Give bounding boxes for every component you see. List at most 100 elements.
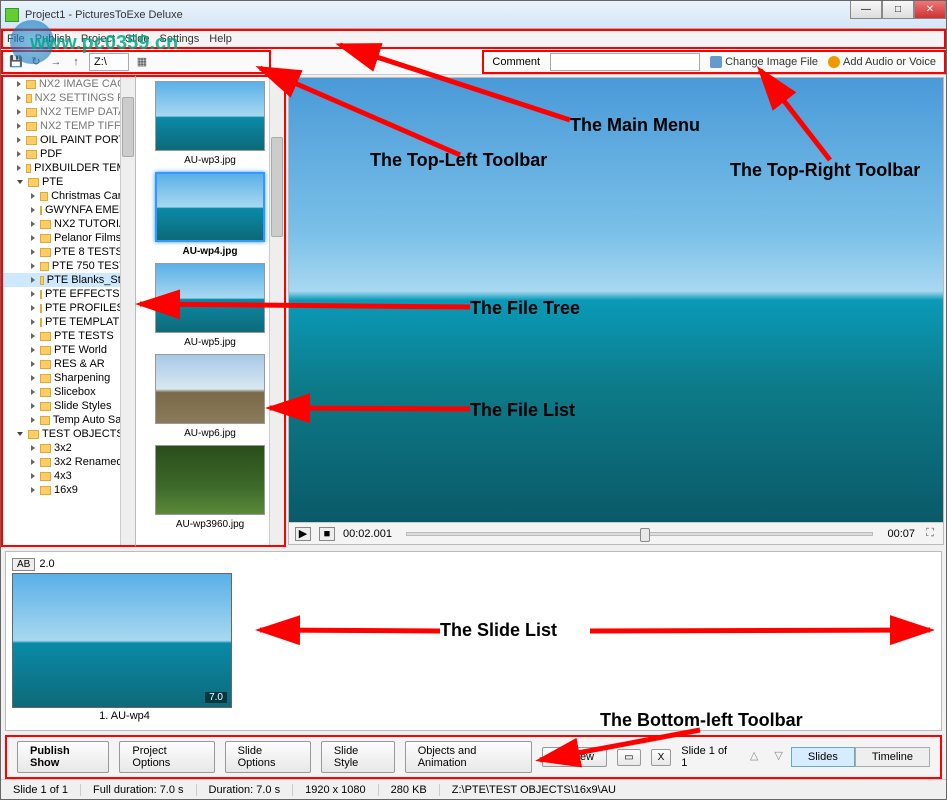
thumb-image[interactable] xyxy=(155,81,265,151)
tree-item[interactable]: PTE PROFILES FO xyxy=(3,301,135,315)
tree-item[interactable]: PIXBUILDER TEMP xyxy=(3,161,135,175)
preview-panel: ▶ ■ 00:02.001 00:07 ⛶ xyxy=(288,77,944,545)
thumb-item[interactable]: AU-wp6.jpg xyxy=(150,354,270,439)
fullscreen-icon[interactable]: ⛶ xyxy=(923,527,937,541)
thumb-name: AU-wp5.jpg xyxy=(150,337,270,348)
project-options-button[interactable]: Project Options xyxy=(119,741,214,773)
publish-button[interactable]: Publish Show xyxy=(17,741,109,773)
thumb-item[interactable]: AU-wp5.jpg xyxy=(150,263,270,348)
tree-item[interactable]: 3x2 Renamed xyxy=(3,455,135,469)
tree-item[interactable]: NX2 IMAGE CACH xyxy=(3,77,135,91)
image-icon xyxy=(710,56,722,68)
tree-item[interactable]: PTE xyxy=(3,175,135,189)
preview-image xyxy=(289,78,943,522)
stop-button[interactable]: ■ xyxy=(319,527,335,541)
menu-settings[interactable]: Settings xyxy=(160,33,200,45)
slide-ab-badge: AB xyxy=(12,558,35,571)
thumb-image[interactable] xyxy=(155,263,265,333)
objects-animation-button[interactable]: Objects and Animation xyxy=(405,741,532,773)
slide-indicator: Slide 1 of 1 xyxy=(681,745,732,769)
slide-caption: 1. AU-wp4 xyxy=(12,710,237,722)
refresh-icon[interactable]: ↻ xyxy=(29,55,43,69)
thumb-item[interactable]: AU-wp4.jpg xyxy=(150,172,270,257)
tree-item[interactable]: Pelanor Films xyxy=(3,231,135,245)
thumb-name: AU-wp3960.jpg xyxy=(150,519,270,530)
tree-item[interactable]: PTE TESTS xyxy=(3,329,135,343)
status-slide: Slide 1 of 1 xyxy=(1,784,81,796)
tree-item[interactable]: GWYNFA EMERG xyxy=(3,203,135,217)
tree-item[interactable]: PTE EFFECTS FO xyxy=(3,287,135,301)
maximize-button[interactable]: □ xyxy=(882,1,914,19)
menu-project[interactable]: Project xyxy=(81,33,115,45)
tree-item[interactable]: NX2 TUTORIAL xyxy=(3,217,135,231)
tree-item[interactable]: PTE 8 TESTS xyxy=(3,245,135,259)
file-list[interactable]: AU-wp3.jpg AU-wp4.jpg AU-wp5.jpg AU-wp6.jpg… xyxy=(136,75,286,547)
menu-file[interactable]: File xyxy=(7,33,25,45)
nav-up[interactable]: △ xyxy=(742,747,766,767)
tree-item[interactable]: 3x2 xyxy=(3,441,135,455)
tree-item[interactable]: 4x3 xyxy=(3,469,135,483)
tree-item[interactable]: 16x9 xyxy=(3,483,135,497)
scrollbar-thumb[interactable] xyxy=(271,137,283,237)
file-tree[interactable]: NX2 IMAGE CACHNX2 SETTINGS FILNX2 TEMP D… xyxy=(1,75,136,547)
thumb-image[interactable] xyxy=(155,354,265,424)
change-image-button[interactable]: Change Image File xyxy=(710,56,818,68)
drive-combo[interactable]: Z:\ xyxy=(89,53,129,71)
slide-style-button[interactable]: Slide Style xyxy=(321,741,395,773)
slide-thumb[interactable]: 7.0 xyxy=(12,573,232,708)
menu-help[interactable]: Help xyxy=(209,33,232,45)
tree-scrollbar[interactable] xyxy=(120,77,135,545)
tree-item[interactable]: PTE Blanks_Strol xyxy=(3,273,135,287)
preview-button[interactable]: Preview xyxy=(542,747,607,767)
list-scrollbar[interactable] xyxy=(269,77,284,545)
slide-item[interactable]: AB 2.0 7.0 1. AU-wp4 xyxy=(12,558,237,722)
thumb-item[interactable]: AU-wp3960.jpg xyxy=(150,445,270,530)
tree-item[interactable]: Sharpening xyxy=(3,371,135,385)
thumb-image[interactable] xyxy=(155,445,265,515)
tree-item[interactable]: Slide Styles xyxy=(3,399,135,413)
tree-item[interactable]: Slicebox xyxy=(3,385,135,399)
statusbar: Slide 1 of 1 Full duration: 7.0 s Durati… xyxy=(1,779,946,799)
timebar: ▶ ■ 00:02.001 00:07 ⛶ xyxy=(289,522,943,544)
close-button[interactable]: ✕ xyxy=(914,1,946,19)
time-slider[interactable] xyxy=(406,532,874,536)
thumb-name: AU-wp4.jpg xyxy=(150,246,270,257)
minimize-button[interactable]: — xyxy=(850,1,882,19)
nav-down[interactable]: ▽ xyxy=(766,747,790,767)
tree-item[interactable]: NX2 TEMP TIFFS xyxy=(3,119,135,133)
slide-list[interactable]: AB 2.0 7.0 1. AU-wp4 xyxy=(5,551,942,731)
thumb-image[interactable] xyxy=(155,172,265,242)
tree-item[interactable]: OIL PAINT PORTF xyxy=(3,133,135,147)
tree-item[interactable]: TEST OBJECTS xyxy=(3,427,135,441)
tree-item[interactable]: NX2 SETTINGS FIL xyxy=(3,91,135,105)
tree-item[interactable]: RES & AR xyxy=(3,357,135,371)
menu-publish[interactable]: Publish xyxy=(35,33,71,45)
main-menu: File Publish Project Slide Settings Help xyxy=(1,29,946,49)
icon-button-1[interactable]: ▭ xyxy=(617,749,640,766)
icon-button-x[interactable]: X xyxy=(651,749,672,766)
up-icon[interactable]: ↑ xyxy=(69,55,83,69)
slide-options-button[interactable]: Slide Options xyxy=(225,741,311,773)
add-audio-button[interactable]: Add Audio or Voice xyxy=(828,56,936,68)
forward-icon[interactable]: → xyxy=(49,55,63,69)
disk-icon[interactable]: 💾 xyxy=(9,55,23,69)
tab-slides[interactable]: Slides xyxy=(791,747,855,767)
tree-item[interactable]: PTE TEMPLATES xyxy=(3,315,135,329)
tree-item[interactable]: Temp Auto Save xyxy=(3,413,135,427)
scrollbar-thumb[interactable] xyxy=(122,97,134,157)
tree-item[interactable]: PDF xyxy=(3,147,135,161)
thumb-name: AU-wp6.jpg xyxy=(150,428,270,439)
comment-combo[interactable] xyxy=(550,53,700,71)
thumb-item[interactable]: AU-wp3.jpg xyxy=(150,81,270,166)
slider-thumb[interactable] xyxy=(640,528,650,542)
status-resolution: 1920 x 1080 xyxy=(293,784,379,796)
view-icon[interactable]: ▦ xyxy=(135,55,149,69)
top-right-toolbar: Comment Change Image File Add Audio or V… xyxy=(482,50,946,74)
tab-timeline[interactable]: Timeline xyxy=(855,747,930,767)
tree-item[interactable]: PTE 750 TESTS xyxy=(3,259,135,273)
tree-item[interactable]: PTE World xyxy=(3,343,135,357)
tree-item[interactable]: NX2 TEMP DATA xyxy=(3,105,135,119)
tree-item[interactable]: Christmas Cards xyxy=(3,189,135,203)
menu-slide[interactable]: Slide xyxy=(125,33,149,45)
play-button[interactable]: ▶ xyxy=(295,527,311,541)
